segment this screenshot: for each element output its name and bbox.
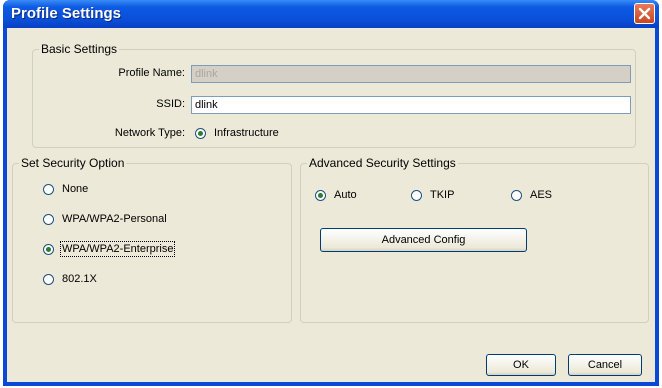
ok-button[interactable]: OK xyxy=(486,354,556,376)
ssid-field[interactable]: dlink xyxy=(191,96,631,114)
network-type-infrastructure-radio[interactable]: Infrastructure xyxy=(195,127,279,139)
radio-label: None xyxy=(62,183,89,195)
radio-indicator xyxy=(43,273,54,285)
radio-indicator xyxy=(411,189,422,201)
profile-name-field[interactable]: dlink xyxy=(191,65,631,83)
security-option-8021x-radio[interactable]: 802.1X xyxy=(43,273,97,285)
cipher-auto-radio[interactable]: Auto xyxy=(315,189,357,201)
title-bar[interactable]: Profile Settings xyxy=(3,0,659,28)
security-option-none-radio[interactable]: None xyxy=(43,183,88,195)
cipher-aes-radio[interactable]: AES xyxy=(511,189,552,201)
window-title: Profile Settings xyxy=(11,5,122,22)
basic-settings-legend: Basic Settings xyxy=(41,42,118,56)
dialog-body: Basic Settings Profile Name: dlink SSID:… xyxy=(7,28,655,382)
cancel-button[interactable]: Cancel xyxy=(568,354,642,376)
radio-label: AES xyxy=(530,189,553,201)
security-option-group: Set Security Option xyxy=(12,156,292,323)
radio-label: WPA/WPA2-Enterprise xyxy=(59,241,176,257)
security-option-legend: Set Security Option xyxy=(21,156,125,170)
radio-indicator xyxy=(195,127,206,139)
close-icon xyxy=(638,7,651,20)
radio-label: Infrastructure xyxy=(214,127,279,139)
radio-label: TKIP xyxy=(430,189,455,201)
security-option-wpa-personal-radio[interactable]: WPA/WPA2-Personal xyxy=(43,213,167,225)
cipher-tkip-radio[interactable]: TKIP xyxy=(411,189,454,201)
radio-label: Auto xyxy=(334,189,357,201)
radio-indicator xyxy=(43,183,54,195)
radio-indicator xyxy=(315,189,326,201)
radio-label: 802.1X xyxy=(62,273,97,285)
advanced-security-legend: Advanced Security Settings xyxy=(309,156,456,170)
radio-indicator xyxy=(43,213,54,225)
ssid-label: SSID: xyxy=(156,98,185,110)
security-option-wpa-enterprise-radio[interactable]: WPA/WPA2-Enterprise xyxy=(43,241,176,257)
profile-name-label: Profile Name: xyxy=(118,67,185,79)
radio-indicator xyxy=(511,189,522,201)
radio-label: WPA/WPA2-Personal xyxy=(62,213,167,225)
advanced-config-button[interactable]: Advanced Config xyxy=(320,228,527,252)
profile-settings-window: Profile Settings Basic Settings Profile … xyxy=(3,0,659,386)
radio-indicator xyxy=(43,243,54,255)
network-type-label: Network Type: xyxy=(114,127,185,139)
close-button[interactable] xyxy=(634,3,655,24)
